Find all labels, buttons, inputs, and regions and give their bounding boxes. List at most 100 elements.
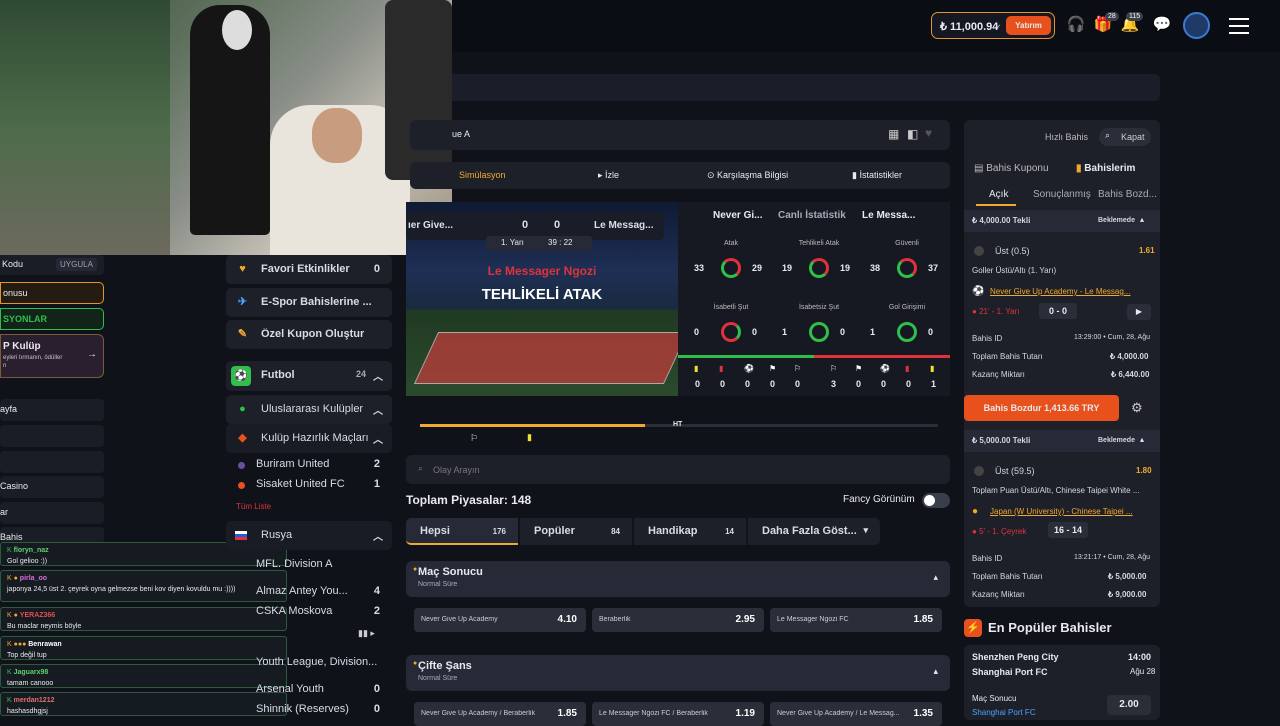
play-icon[interactable]: ▶ [1127,304,1151,320]
show-all-link[interactable]: Tüm Liste [236,502,271,511]
sidebar-match[interactable]: CSKA Moskova 2 [226,602,392,622]
layout-icon[interactable]: ◧ [907,127,918,141]
tab-popular[interactable]: Popüler 84 [520,518,632,545]
stat-ring [809,322,829,342]
tab-statistics[interactable]: ▮ İstatistikler [852,170,902,181]
stat-label: İsabetsiz Şut [798,304,840,311]
deposit-button[interactable]: Yatırım [1006,16,1051,35]
sidebar-russia[interactable]: Rusya ︿ [226,521,392,550]
market-double-chance[interactable]: ● Çifte Şans Normal Süre ▴ [406,655,950,691]
odds-button[interactable]: Never Give Up Academy / Beraberlik 1.85 [414,702,586,726]
promo-code-row: Kodu UYGULA [0,255,104,275]
tab-all[interactable]: Hepsi 176 [406,518,518,545]
home-event-count: 0 [795,379,801,389]
top-search-bar[interactable] [410,74,1160,101]
sidebar-match[interactable]: Arsenal Youth 0 [226,680,392,700]
betslip-panel: Hızlı Bahis ⌕ Kapat ▤ Bahis Kuponu ▮ Bahi… [964,120,1160,607]
live-time: ● 21' - 1. Yarı [972,307,1020,316]
chevron-up-icon: ︿ [373,532,383,543]
left-nav-item-casino[interactable]: Casino [0,476,104,498]
home-event-count: 0 [720,379,726,389]
gear-icon[interactable]: ⚙ [1131,400,1143,416]
left-nav-item-bets[interactable]: Bahis [0,527,104,543]
home-event-count: 0 [770,379,776,389]
sidebar-football[interactable]: ⚽ Futbol 24 ︿ [226,361,392,391]
left-nav-item[interactable]: ar [0,502,104,524]
event-type-icon: ⚑ [855,364,863,373]
tab-simulation[interactable]: Simülasyon [459,170,506,180]
webcam-plants [0,0,170,255]
sidebar-league[interactable]: MFL. Division A [226,555,392,575]
webcam-streamer-face [312,108,362,163]
apply-button[interactable]: UYGULA [56,258,97,271]
sidebar-league[interactable]: Youth League, Division... [226,653,392,673]
headset-icon[interactable]: 🎧 [1065,14,1087,36]
stat-home-value: 1 [870,327,876,337]
tab-open[interactable]: Açık [989,189,1008,200]
match-link[interactable]: Never Give Up Academy - Le Messag... [990,287,1131,296]
balance-box[interactable]: ₺ 11,000.94 ⌄ Yatırım [931,12,1055,39]
odds-button[interactable]: Beraberlik 2.95 [592,608,764,632]
menu-icon[interactable] [1229,16,1249,34]
globe-icon: ● [239,403,246,415]
odds-button[interactable]: 2.00 [1107,695,1151,715]
grid-icon[interactable]: ▦ [888,127,899,141]
stats-icon[interactable]: ▮▮ ▸ [358,628,375,639]
sidebar-match[interactable]: Buriram United 2 [226,455,392,475]
avatar[interactable] [1183,12,1210,39]
stat-ring [809,258,829,278]
sidebar-favorites[interactable]: ♥ Favori Etkinlikler 0 [226,255,392,284]
odds-button[interactable]: Le Messager Ngozi FC / Beraberlik 1.19 [592,702,764,726]
tab-my-bets[interactable]: ▮ Bahislerim [1076,163,1135,174]
popular-bet-card[interactable]: Shenzhen Peng City Shanghai Port FC 14:0… [964,645,1160,720]
sidebar-intl-clubs[interactable]: ● Uluslararası Kulüpler ︿ [226,395,392,424]
tab-bet-coupon[interactable]: ▤ Bahis Kuponu [974,163,1049,174]
stat-label: Atak [723,240,738,247]
cashout-button[interactable]: Bahis Bozdur 1,413.66 TRY [964,395,1119,421]
flame-icon: ⚡ [964,619,982,637]
left-nav-item[interactable]: ayfa [0,399,104,421]
heart-icon[interactable]: ♥ [925,126,932,140]
away-event-count: 0 [856,379,862,389]
odds-button[interactable]: Le Messager Ngozi FC 1.85 [770,608,942,632]
market-match-result[interactable]: ● Maç Sonucu Normal Süre ▴ [406,561,950,597]
event-search[interactable]: ⌕ Olay Arayın [406,455,950,484]
sidebar-match[interactable]: Sisaket United FC 1 [226,475,392,495]
left-nav-item[interactable] [0,425,104,447]
vip-club-card[interactable]: P Kulüp eyleri tırmanın, ödüller n → [0,334,104,378]
tab-handicap[interactable]: Handikap 14 [634,518,746,545]
quick-bet-toggle[interactable]: ⌕ Kapat [1099,128,1151,146]
tab-match-info[interactable]: ⊙ Karşılaşma Bilgisi [707,170,788,181]
webcam-overlay [0,0,452,255]
possession-home-bar [678,355,814,358]
match-link[interactable]: Japan (W University) - Chinese Taipei ..… [990,507,1133,516]
sidebar-match[interactable]: Shinnik (Reserves) 0 [226,700,392,720]
stat-home-value: 19 [782,263,793,273]
left-nav-item[interactable] [0,451,104,473]
stat-label: İsabetli Şut [713,304,749,311]
sidebar-custom-coupon[interactable]: ✎ Özel Kupon Oluştur [226,320,392,349]
tab-settled[interactable]: Sonuçlanmış [1033,189,1091,200]
fancy-view-label: Fancy Görünüm [843,494,915,505]
event-type-icon: ▮ [930,364,935,373]
bonus-button[interactable]: onusu [0,282,104,304]
sidebar-esports[interactable]: ✈ E-Spor Bahislerine ... [226,288,392,317]
odds-button[interactable]: Never Give Up Academy 4.10 [414,608,586,632]
promotions-button[interactable]: SYONLAR [0,308,104,330]
fancy-view-toggle[interactable] [922,493,950,508]
home-event-count: 0 [745,379,751,389]
search-icon: ⌕ [1105,130,1111,140]
sidebar-match[interactable]: Almaz Antey You... 4 [226,582,392,602]
webcam-punching-bag [385,0,452,180]
chat-icon[interactable]: 💬 [1151,14,1173,36]
odds-button[interactable]: Never Give Up Academy / Le Messag... 1.35 [770,702,942,726]
stat-away-value: 0 [928,327,934,337]
stat-label: Gol Girişimi [888,304,926,311]
match-clock: 1. Yarı 39 : 22 [486,236,592,251]
tab-watch[interactable]: ▸ İzle [598,170,619,181]
tab-more[interactable]: Daha Fazla Göst... ▾ [748,518,880,545]
stats-home: Never Gi... [713,210,763,221]
sidebar-club-friendlies[interactable]: ◆ Kulüp Hazırlık Maçları ︿ [226,424,392,453]
chevron-down-icon[interactable]: ⌄ [994,19,1002,30]
tab-cashout[interactable]: Bahis Bozd... [1098,189,1157,200]
